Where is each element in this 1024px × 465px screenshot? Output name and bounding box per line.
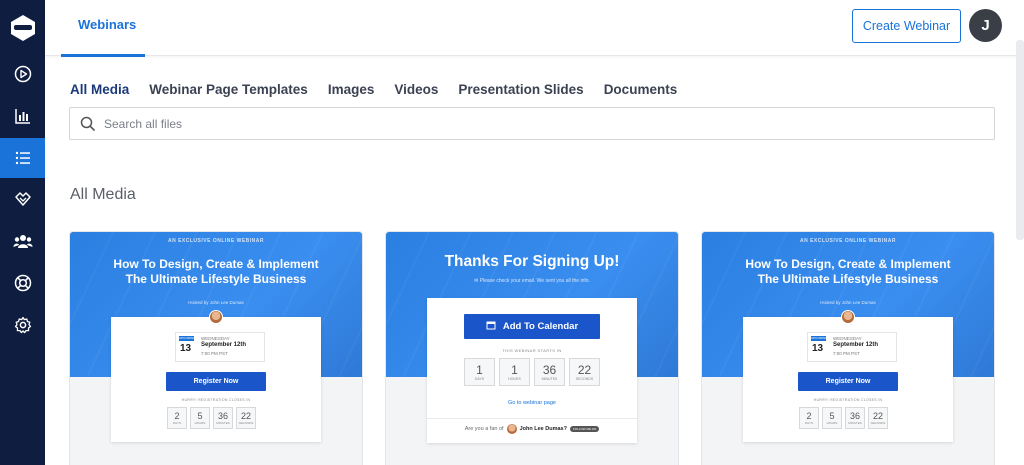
tab-videos[interactable]: Videos (394, 82, 438, 102)
mail-icon: ✉ (474, 278, 479, 284)
avatar[interactable]: J (969, 9, 1002, 42)
tab-presentation-slides[interactable]: Presentation Slides (458, 82, 583, 102)
tab-documents[interactable]: Documents (604, 82, 678, 102)
media-card-2[interactable]: Thanks For Signing Up! ✉ Please check yo… (386, 232, 678, 465)
card-title: How To Design, Create & Implement The Ul… (113, 257, 319, 286)
card-panel: UPCOMING 13 WEDNESDAY September 12th 7:0… (111, 317, 321, 442)
countdown: 1 DAYS 1 HOURS 36 MINUTES 22 SECONDS (464, 358, 600, 386)
card-hosted: Hosted by John Lee Dumas (820, 300, 876, 305)
tab-webinars[interactable]: Webinars (61, 0, 145, 57)
card-title: How To Design, Create & Implement The Ul… (745, 257, 951, 286)
media-tabs: All Media Webinar Page Templates Images … (70, 82, 697, 102)
goto-webinar-link: Go to webinar page (507, 400, 556, 406)
scrollbar[interactable] (1016, 40, 1024, 240)
analytics-icon[interactable] (0, 96, 45, 136)
section-title: All Media (70, 186, 136, 203)
sidebar (0, 0, 45, 465)
card-hosted: Hosted by John Lee Dumas (188, 300, 244, 305)
tab-all-media[interactable]: All Media (70, 82, 129, 102)
settings-icon[interactable] (0, 305, 45, 345)
play-icon[interactable] (0, 54, 45, 94)
card-panel: Add To Calendar THIS WEBINAR STARTS IN 1… (427, 298, 637, 443)
host-avatar (841, 310, 855, 324)
date-box: UPCOMING 13 WEDNESDAY September 12th 7:0… (175, 332, 265, 362)
countdown: 2 DAYS 5 HOURS 36 MINUTES 22 SECONDS (799, 407, 888, 429)
tab-webinars-label: Webinars (78, 17, 137, 32)
tab-webinar-page-templates[interactable]: Webinar Page Templates (149, 82, 308, 102)
card-note: ✉ Please check your email. We sent you a… (474, 278, 590, 284)
logo-icon[interactable] (0, 0, 45, 55)
register-button-preview: Register Now (166, 372, 266, 391)
create-webinar-button[interactable]: Create Webinar (852, 9, 961, 43)
calendar-icon (486, 320, 496, 333)
active-tab-indicator (61, 54, 145, 57)
register-button-preview: Register Now (798, 372, 898, 391)
date-box: UPCOMING 13 WEDNESDAY September 12th 7:0… (807, 332, 897, 362)
host-avatar (209, 310, 223, 324)
card-eyebrow: AN EXCLUSIVE ONLINE WEBINAR (799, 238, 896, 244)
media-card-3[interactable]: AN EXCLUSIVE ONLINE WEBINAR How To Desig… (702, 232, 994, 465)
card-eyebrow: AN EXCLUSIVE ONLINE WEBINAR (167, 238, 264, 244)
add-to-calendar-preview: Add To Calendar (464, 314, 600, 339)
search-input[interactable] (104, 108, 984, 139)
top-bar: Webinars Create Webinar J (45, 0, 1024, 57)
search-icon (80, 116, 96, 132)
list-icon[interactable] (0, 138, 45, 178)
media-card-1[interactable]: AN EXCLUSIVE ONLINE WEBINAR How To Desig… (70, 232, 362, 465)
host-avatar (506, 424, 517, 434)
team-icon[interactable] (0, 221, 45, 261)
countdown: 2 DAYS 5 HOURS 36 MINUTES 22 SECONDS (167, 407, 256, 429)
integrations-icon[interactable] (0, 179, 45, 219)
fan-row: Are you a fan of John Lee Dumas? FOLLOW … (427, 424, 637, 434)
card-title: Thanks For Signing Up! (444, 253, 620, 270)
tab-images[interactable]: Images (328, 82, 375, 102)
support-icon[interactable] (0, 263, 45, 303)
search-box (69, 107, 995, 140)
card-panel: UPCOMING 13 WEDNESDAY September 12th 7:0… (743, 317, 953, 442)
